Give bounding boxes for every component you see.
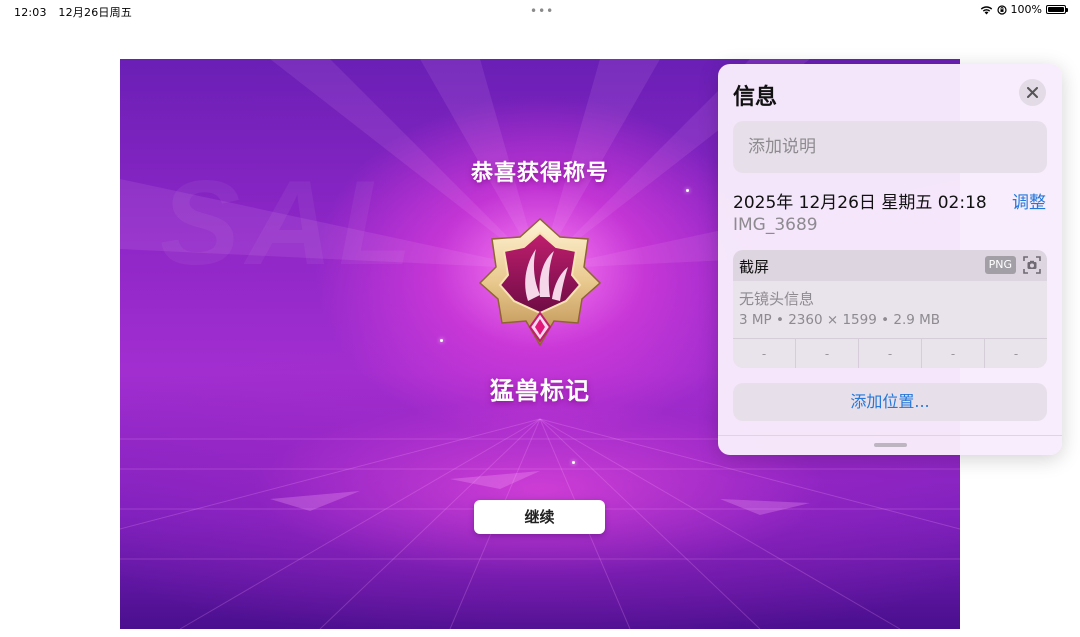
status-time: 12:03: [14, 6, 47, 19]
adjust-button[interactable]: 调整: [1012, 188, 1046, 213]
close-icon: [1027, 87, 1038, 98]
panel-divider: [718, 435, 1062, 436]
battery-icon: [1046, 5, 1068, 14]
status-left: 12:03 12月26日周五: [14, 4, 140, 20]
media-type: 截屏: [739, 258, 770, 276]
battery-percent: 100%: [1010, 3, 1042, 16]
file-name: IMG_3689: [733, 215, 818, 235]
sparkle: [572, 461, 575, 464]
status-bar: 12:03 12月26日周五 ••• 100%: [0, 0, 1080, 22]
format-badge: PNG: [984, 256, 1016, 274]
image-spec: 3 MP • 2360 × 1599 • 2.9 MB: [739, 312, 941, 328]
status-right: 100%: [980, 3, 1068, 16]
sparkle: [686, 189, 689, 192]
exif-cell: -: [922, 339, 985, 368]
exif-cell: -: [733, 339, 796, 368]
exif-cell: -: [796, 339, 859, 368]
continue-button[interactable]: 继续: [474, 500, 605, 534]
multitasking-dots[interactable]: •••: [530, 4, 554, 18]
wifi-icon: [980, 5, 992, 14]
orientation-lock-icon: [996, 4, 1007, 15]
resize-grabber[interactable]: [874, 443, 907, 447]
exif-cell: -: [859, 339, 922, 368]
status-date: 12月26日周五: [58, 6, 133, 19]
exif-row: - - - - -: [733, 338, 1047, 368]
photo-date: 2025年 12月26日 星期五 02:18: [733, 193, 987, 213]
close-button[interactable]: [1019, 79, 1046, 106]
metadata-card: 截屏 PNG 无镜头信息 3 MP • 2360 × 1599 • 2.9 MB…: [733, 250, 1047, 368]
title-emblem-icon: [478, 217, 602, 347]
sparkle: [440, 339, 443, 342]
lens-info: 无镜头信息: [739, 290, 815, 308]
caption-input[interactable]: 添加说明: [733, 121, 1047, 173]
panel-title: 信息: [733, 85, 778, 110]
screenshot-icon: [1023, 256, 1041, 274]
info-panel: 信息 添加说明 2025年 12月26日 星期五 02:18 调整 IMG_36…: [718, 64, 1062, 455]
metadata-header: 截屏 PNG: [733, 250, 1047, 281]
add-location-button[interactable]: 添加位置...: [733, 383, 1047, 421]
exif-cell: -: [1013, 347, 1019, 361]
